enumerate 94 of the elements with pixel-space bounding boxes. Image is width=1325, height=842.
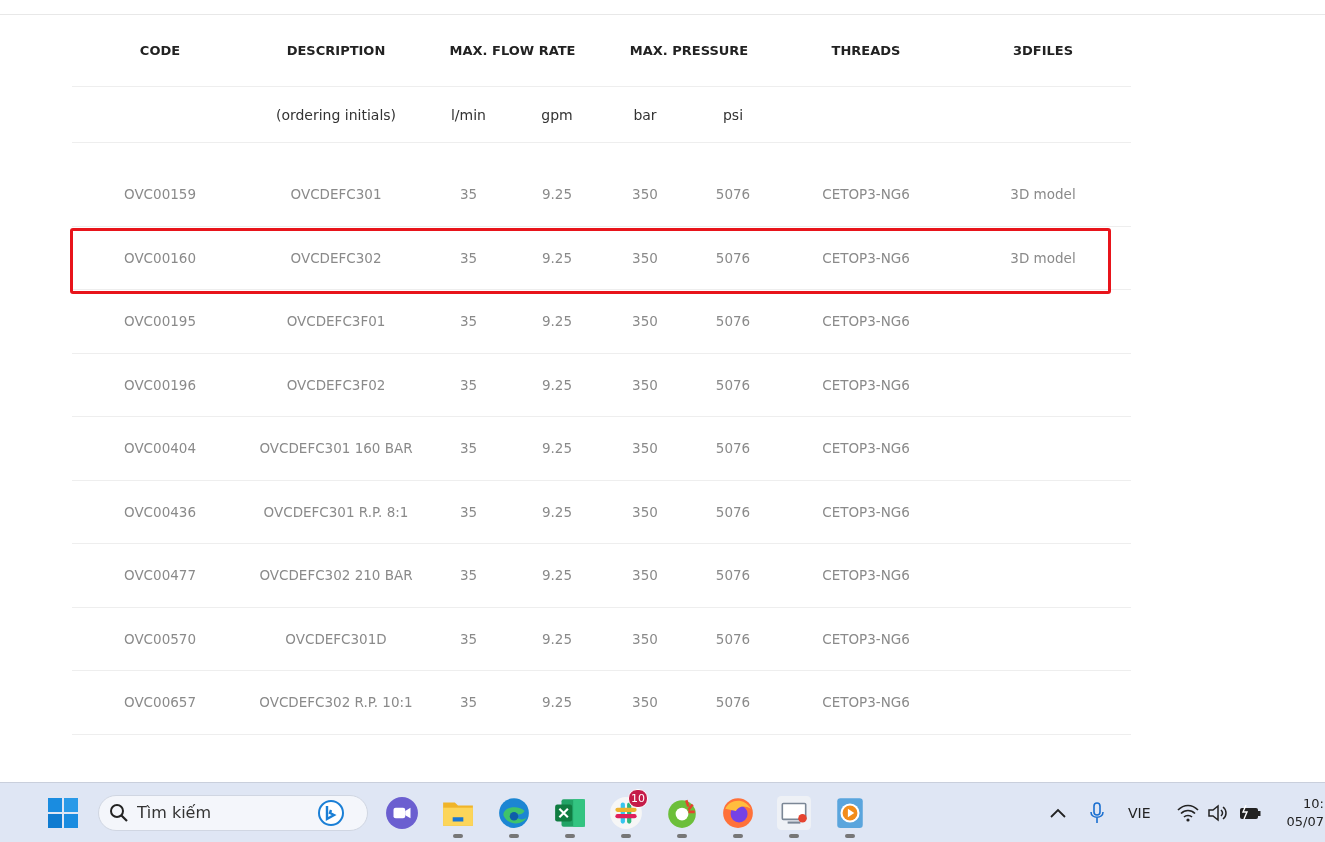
table-cell: 35: [459, 186, 478, 203]
search-bar[interactable]: Tìm kiếm: [98, 794, 368, 831]
table-cell: 5076: [715, 313, 751, 330]
unit-label: bar: [633, 106, 657, 123]
table-cell: 35: [459, 694, 478, 711]
unit-label: l/min: [451, 106, 486, 123]
table-cell: 350: [632, 186, 658, 203]
swirl-icon[interactable]: [497, 795, 531, 830]
speaker-icon[interactable]: [1206, 803, 1227, 822]
column-header: 3DFILES: [1012, 43, 1074, 58]
table-cell: 35: [459, 249, 478, 266]
microphone-icon[interactable]: [1089, 801, 1104, 824]
table-cell: OVC00657: [124, 694, 196, 711]
unit-label: (ordering initials): [275, 106, 397, 123]
table-cell: 350: [632, 249, 658, 266]
table-cell: 5076: [715, 567, 751, 584]
clock-date[interactable]: 05/07: [1286, 812, 1324, 831]
table-cell: OVC00436: [124, 503, 196, 520]
column-header: DESCRIPTION: [286, 43, 386, 58]
chevron-up-icon[interactable]: [1049, 807, 1066, 818]
table-cell: 35: [459, 376, 478, 393]
notification-badge: 10: [628, 788, 648, 808]
table-cell: 5076: [715, 630, 751, 647]
table-cell: CETOP3-NG6: [822, 313, 910, 330]
table-cell: OVCDEFC3F02: [286, 376, 386, 393]
search-field[interactable]: Tìm kiếm: [137, 800, 317, 825]
language-indicator[interactable]: VIE: [1127, 804, 1151, 821]
wifi-icon[interactable]: [1176, 803, 1199, 822]
table-cell: CETOP3-NG6: [822, 694, 910, 711]
table-cell: 350: [632, 503, 658, 520]
table-cell: 35: [459, 630, 478, 647]
table-cell: 9.25: [541, 694, 573, 711]
column-header: MAX. FLOW RATE: [449, 43, 576, 58]
table-cell: 5076: [715, 376, 751, 393]
table-cell: 350: [632, 313, 658, 330]
table-cell: OVC00196: [124, 376, 196, 393]
fox-globe-icon[interactable]: [721, 795, 755, 830]
table-cell: 350: [632, 376, 658, 393]
monitor-icon[interactable]: [777, 795, 811, 830]
table-cell: 9.25: [541, 567, 573, 584]
clock-time[interactable]: 10:: [1303, 794, 1324, 813]
table-cell: CETOP3-NG6: [822, 186, 910, 203]
table-cell: 350: [632, 630, 658, 647]
table-cell: 350: [632, 694, 658, 711]
table-cell: 5076: [715, 694, 751, 711]
battery-icon[interactable]: [1238, 804, 1261, 821]
table-cell: OVC00570: [124, 630, 196, 647]
table-cell: 35: [459, 567, 478, 584]
table-cell: 350: [632, 440, 658, 457]
table-cell: 350: [632, 567, 658, 584]
table-cell: OVC00160: [124, 249, 196, 266]
table-cell: OVCDEFC3F01: [286, 313, 386, 330]
table-cell: OVCDEFC302 210 BAR: [259, 567, 413, 584]
table-cell: 5076: [715, 186, 751, 203]
table-cell: 5076: [715, 503, 751, 520]
table-cell: 35: [459, 503, 478, 520]
table-cell: 9.25: [541, 186, 573, 203]
table-cell: OVCDEFC301 R.P. 8:1: [263, 503, 409, 520]
table-cell: OVCDEFC302: [290, 249, 382, 266]
table-cell: 9.25: [541, 440, 573, 457]
table-cell: CETOP3-NG6: [822, 440, 910, 457]
unit-label: psi: [722, 106, 744, 123]
3d-model-link[interactable]: 3D model: [1010, 249, 1076, 266]
table-cell: OVCDEFC302 R.P. 10:1: [259, 694, 413, 711]
table-cell: 9.25: [541, 376, 573, 393]
table-cell: 5076: [715, 440, 751, 457]
table-cell: CETOP3-NG6: [822, 567, 910, 584]
unit-label: gpm: [541, 106, 573, 123]
table-cell: 5076: [715, 249, 751, 266]
column-header: MAX. PRESSURE: [629, 43, 749, 58]
table-cell: 9.25: [541, 503, 573, 520]
table-cell: 9.25: [541, 630, 573, 647]
table-cell: OVC00159: [124, 186, 196, 203]
3d-model-link[interactable]: 3D model: [1010, 186, 1076, 203]
table-cell: OVC00404: [124, 440, 196, 457]
table-cell: OVC00477: [124, 567, 196, 584]
table-cell: CETOP3-NG6: [822, 376, 910, 393]
table-cell: OVCDEFC301 160 BAR: [259, 440, 413, 457]
table-cell: 35: [459, 313, 478, 330]
search-icon: [109, 802, 129, 823]
table-cell: CETOP3-NG6: [822, 503, 910, 520]
table-cell: 35: [459, 440, 478, 457]
windows-logo-icon[interactable]: [48, 797, 78, 828]
table-cell: OVCDEFC301: [290, 186, 382, 203]
table-cell: CETOP3-NG6: [822, 630, 910, 647]
column-header: THREADS: [831, 43, 901, 58]
table-cell: OVC00195: [124, 313, 196, 330]
table-cell: 9.25: [541, 313, 573, 330]
table-cell: 9.25: [541, 249, 573, 266]
bing-b-icon[interactable]: [317, 798, 345, 827]
video-chat-icon[interactable]: [385, 795, 419, 830]
table-cell: CETOP3-NG6: [822, 249, 910, 266]
table-cell: OVCDEFC301D: [285, 630, 387, 647]
column-header: CODE: [139, 43, 181, 58]
